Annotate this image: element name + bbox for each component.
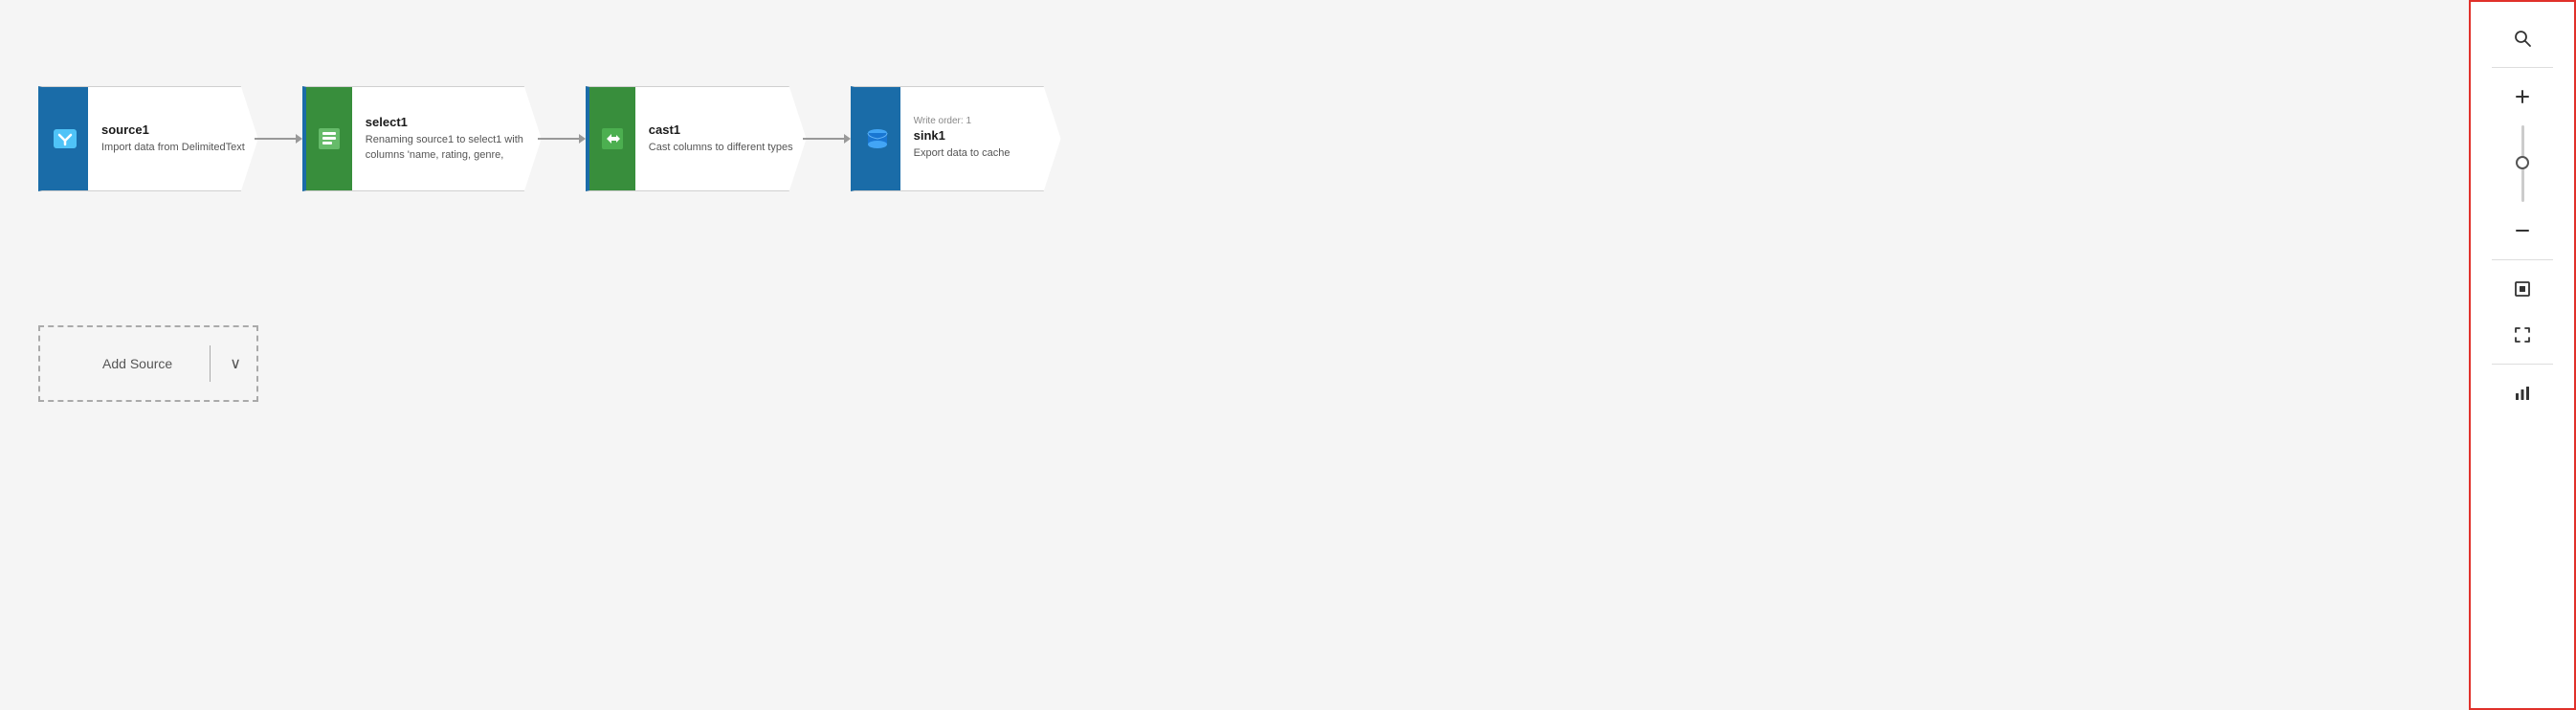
canvas-area: source1 Import data from DelimitedText + [0, 0, 2469, 710]
select-icon [316, 125, 343, 152]
sink-icon-bg [855, 87, 900, 190]
toolbar-divider-1 [2492, 67, 2554, 68]
search-icon [2513, 29, 2532, 48]
source1-plus-button[interactable]: + [251, 183, 272, 204]
zoom-out-button[interactable] [2501, 210, 2543, 252]
add-source-chevron[interactable]: ∨ [214, 354, 256, 373]
cast1-body: cast1 Cast columns to different types [635, 87, 807, 190]
add-source-label: Add Source [40, 356, 206, 371]
node-source1[interactable]: source1 Import data from DelimitedText + [38, 86, 258, 191]
select-icon-bg [306, 87, 352, 190]
statistics-icon [2513, 384, 2532, 403]
toolbar-divider-2 [2492, 259, 2554, 260]
cast-icon [599, 125, 626, 152]
zoom-slider-thumb[interactable] [2516, 156, 2529, 169]
arrow-line-3 [803, 138, 844, 140]
source-icon-bg [42, 87, 88, 190]
select1-desc: Renaming source1 to select1 with columns… [366, 133, 528, 163]
search-button[interactable] [2501, 17, 2543, 59]
source1-desc: Import data from DelimitedText [101, 141, 245, 155]
source1-body: source1 Import data from DelimitedText [88, 87, 258, 190]
arrow-head-3 [844, 134, 851, 144]
cast1-plus-button[interactable]: + [799, 183, 820, 204]
connector-1 [255, 134, 302, 144]
zoom-in-button[interactable] [2501, 76, 2543, 118]
cast-icon-bg [589, 87, 635, 190]
arrow-head-1 [296, 134, 302, 144]
sink1-badge: Write order: 1 [914, 116, 1048, 126]
toolbar-divider-3 [2492, 364, 2554, 365]
connector-3 [803, 134, 851, 144]
sink-icon [864, 125, 891, 152]
sink1-desc: Export data to cache [914, 146, 1048, 161]
node-sink1[interactable]: Write order: 1 sink1 Export data to cach… [851, 86, 1061, 191]
node-select1[interactable]: select1 Renaming source1 to select1 with… [302, 86, 542, 191]
select1-title: select1 [366, 115, 528, 129]
select1-body: select1 Renaming source1 to select1 with… [352, 87, 542, 190]
statistics-button[interactable] [2501, 372, 2543, 414]
zoom-slider-track[interactable] [2521, 125, 2524, 202]
source-icon [52, 125, 78, 152]
add-source-divider [210, 345, 211, 382]
zoom-in-icon [2513, 87, 2532, 106]
fit-canvas-icon [2513, 279, 2532, 299]
sink1-title: sink1 [914, 128, 1048, 143]
zoom-out-icon [2513, 221, 2532, 240]
arrow-line-2 [538, 138, 579, 140]
right-toolbar [2469, 0, 2576, 710]
fit-selection-icon [2513, 325, 2532, 344]
connector-2 [538, 134, 586, 144]
source1-title: source1 [101, 122, 245, 137]
select1-plus-button[interactable]: + [534, 183, 555, 204]
node-cast1[interactable]: cast1 Cast columns to different types + [586, 86, 807, 191]
sink1-body: Write order: 1 sink1 Export data to cach… [900, 87, 1061, 190]
zoom-slider-container [2521, 122, 2524, 206]
pipeline-row: source1 Import data from DelimitedText + [38, 86, 1061, 191]
cast1-title: cast1 [649, 122, 793, 137]
fit-canvas-button[interactable] [2501, 268, 2543, 310]
add-source-box[interactable]: Add Source ∨ [38, 325, 258, 402]
arrow-line-1 [255, 138, 296, 140]
fit-selection-button[interactable] [2501, 314, 2543, 356]
cast1-desc: Cast columns to different types [649, 141, 793, 155]
arrow-head-2 [579, 134, 586, 144]
